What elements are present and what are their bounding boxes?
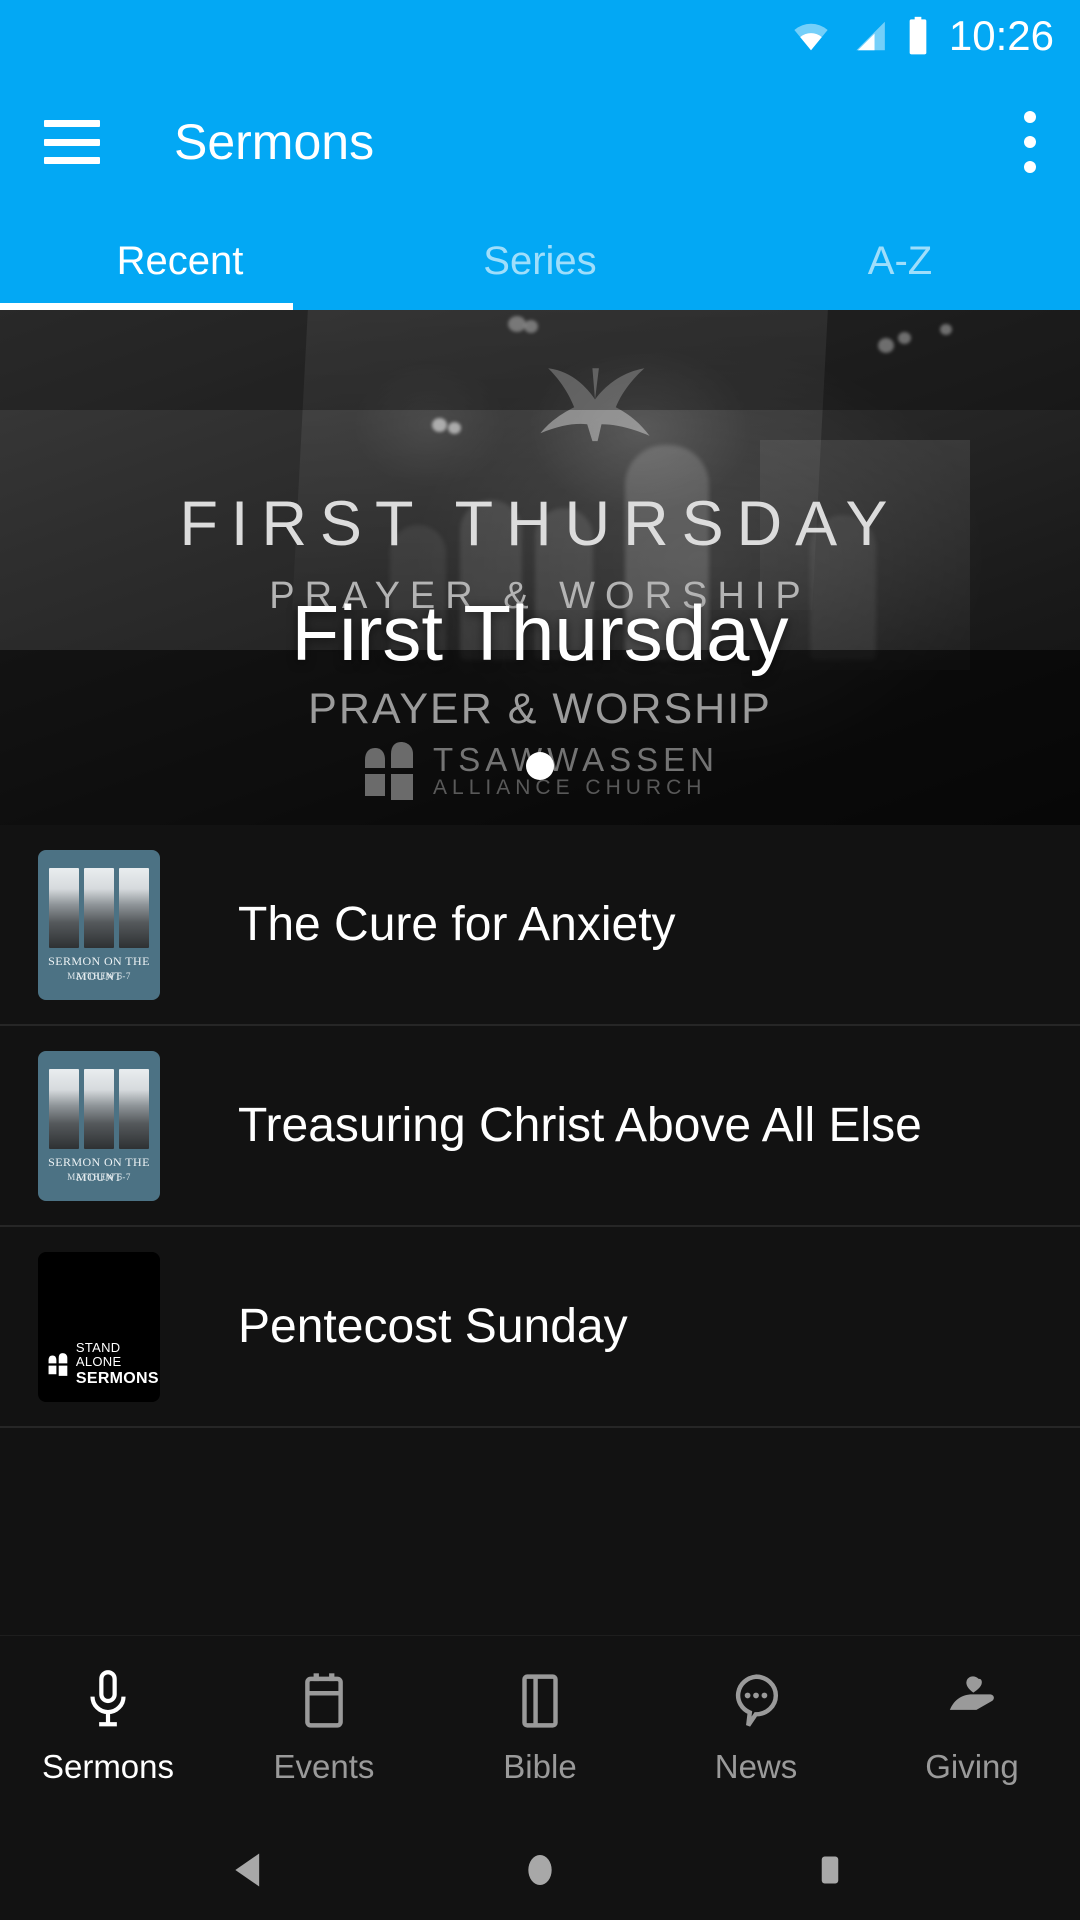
featured-sermon-title: First Thursday [291,589,789,677]
tab-a-z-label: A-Z [867,238,933,283]
nav-item-events[interactable]: Events [216,1670,432,1786]
stage-light-spot [448,422,461,434]
nav-item-bible-label: Bible [503,1748,577,1785]
nav-item-news-label: News [714,1748,798,1785]
thumbnail-caption-secondary: SERMONS [75,1369,159,1387]
sermon-title: Treasuring Christ Above All Else [238,1099,922,1152]
sermon-list: SERMON ON THE MOUNT MATTHEW 5-7 The Cure… [0,825,1080,1428]
stand-alone-logo: STAND ALONE SERMONS [47,1339,160,1388]
app-bar: Sermons [0,72,1080,212]
thumbnail-caption-secondary: MATTHEW 5-7 [67,1171,131,1182]
thumbnail-caption-primary: STAND ALONE [75,1339,122,1370]
church-logo-line-1: TSAWWASSEN [433,740,719,778]
nav-item-events-label: Events [273,1748,375,1785]
sermon-thumbnail: SERMON ON THE MOUNT MATTHEW 5-7 [38,849,160,1000]
app-root: 10:26 Sermons Recent Series A-Z FIRST TH… [0,0,1080,1920]
nav-item-giving[interactable]: Giving [864,1670,1080,1786]
tab-recent-label: Recent [116,238,244,283]
tab-a-z[interactable]: A-Z [720,212,1080,310]
calendar-icon [305,1673,343,1728]
tab-series-label: Series [483,238,597,283]
tab-series[interactable]: Series [360,212,720,310]
nav-item-giving-label: Giving [925,1748,1019,1785]
cellular-signal-icon [856,21,885,51]
wifi-icon [794,23,828,51]
sermon-title: The Cure for Anxiety [238,898,676,951]
stage-light-spot [432,418,447,432]
church-logo-mark-icon [365,742,414,800]
featured-sermon-carousel[interactable]: FIRST THURSDAY PRAYER & WORSHIP PRAYER &… [0,310,1080,825]
sermon-thumbnail: SERMON ON THE MOUNT MATTHEW 5-7 [38,1050,160,1201]
page-title: Sermons [174,114,375,170]
microphone-icon [90,1670,126,1727]
hero-top-scrim [0,310,1080,410]
status-bar-clock: 10:26 [948,12,1054,59]
chat-bubble-icon [735,1674,778,1727]
bottom-navigation-bar: Sermons Events Bible News Giving [0,1635,1080,1820]
hero-artwork-title: FIRST THURSDAY [179,489,901,559]
hamburger-menu-icon[interactable] [44,120,100,164]
nav-item-bible[interactable]: Bible [432,1670,648,1786]
sermon-list-item[interactable]: SERMON ON THE MOUNT MATTHEW 5-7 The Cure… [0,825,1080,1026]
android-system-navigation-bar [0,1820,1080,1920]
sermon-thumbnail: STAND ALONE SERMONS [38,1251,160,1402]
mountain-panels-graphic [49,1068,149,1149]
overflow-menu-icon[interactable] [1024,111,1036,173]
battery-icon [909,16,927,55]
sermon-title: Pentecost Sunday [238,1300,628,1353]
carousel-page-indicator-dot[interactable] [526,752,554,780]
mountain-panels-graphic [49,867,149,948]
church-logo-mark-icon [48,1352,68,1376]
nav-item-news[interactable]: News [648,1670,864,1786]
tab-bar: Recent Series A-Z [0,212,1080,310]
sermon-list-item[interactable]: STAND ALONE SERMONS Pentecost Sunday [0,1227,1080,1428]
sermon-list-item[interactable]: SERMON ON THE MOUNT MATTHEW 5-7 Treasuri… [0,1026,1080,1227]
back-triangle-icon[interactable] [205,1835,295,1905]
book-icon [522,1674,558,1728]
home-circle-icon[interactable] [495,1835,585,1905]
tab-active-indicator [0,303,293,310]
church-logo-line-2: ALLIANCE CHURCH [433,776,707,800]
status-bar: 10:26 [0,0,1080,72]
nav-item-sermons[interactable]: Sermons [0,1670,216,1786]
giving-hand-icon [949,1676,994,1710]
thumbnail-caption-secondary: MATTHEW 5-7 [67,970,131,981]
nav-item-sermons-label: Sermons [41,1748,175,1785]
recents-square-icon[interactable] [785,1835,875,1905]
hero-artwork-subtitle-2: PRAYER & WORSHIP [308,685,772,733]
tab-recent[interactable]: Recent [0,212,360,310]
